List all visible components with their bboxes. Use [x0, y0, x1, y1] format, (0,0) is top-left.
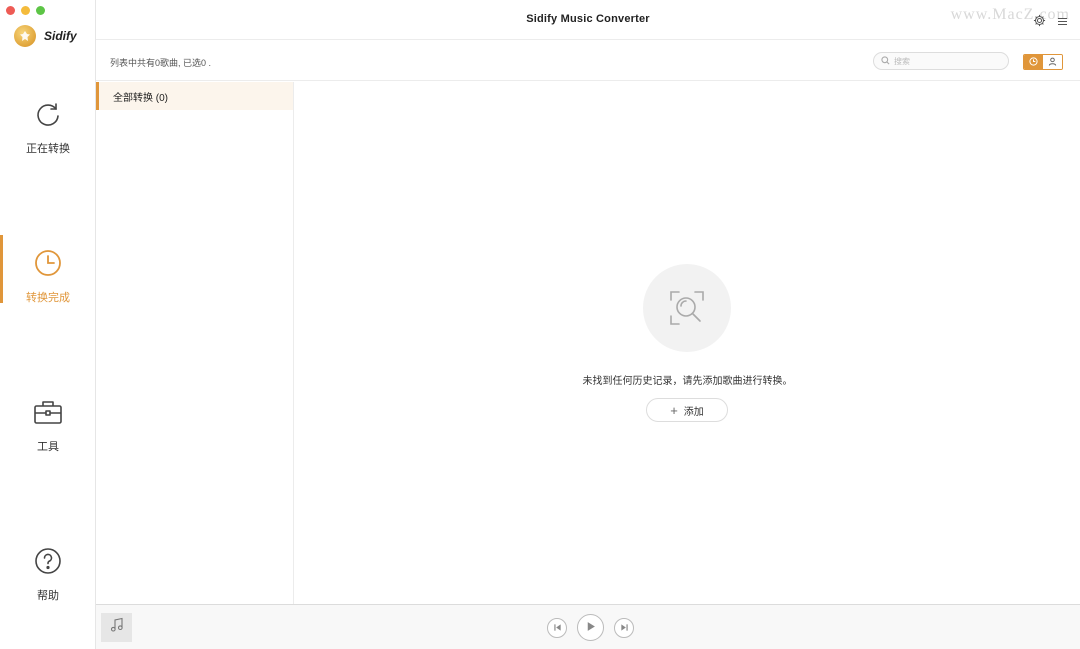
history-view-button[interactable] — [1024, 55, 1043, 69]
sidify-logo-icon — [14, 25, 36, 47]
app-logo: Sidify — [14, 25, 77, 47]
title-bar: Sidify Music Converter www.MacZ.com — [96, 0, 1080, 40]
add-button[interactable]: + 添加 — [646, 398, 728, 422]
main-content: 未找到任何历史记录，请先添加歌曲进行转换。 + 添加 — [295, 82, 1080, 604]
watermark: www.MacZ.com — [950, 6, 1070, 23]
play-button[interactable] — [577, 614, 604, 641]
window-title: Sidify Music Converter — [526, 13, 650, 25]
sidebar-item-help[interactable]: 帮助 — [0, 545, 96, 615]
empty-state-message: 未找到任何历史记录，请先添加歌曲进行转换。 — [582, 376, 793, 387]
sidebar-item-converting[interactable]: 正在转换 — [0, 98, 96, 168]
music-note-icon — [109, 617, 125, 638]
search-icon — [881, 52, 890, 70]
help-icon — [32, 545, 64, 577]
user-icon — [1048, 55, 1057, 69]
plus-icon: + — [670, 402, 678, 418]
sidebar-item-converted[interactable]: 转换完成 — [0, 235, 96, 317]
search-input[interactable] — [894, 56, 994, 66]
sidebar-item-tools[interactable]: 工具 — [0, 396, 96, 466]
sidebar: Sidify 正在转换 转换完成 工具 帮助 — [0, 0, 96, 649]
sidebar-item-label: 工具 — [37, 441, 59, 453]
play-icon — [585, 619, 596, 637]
next-button[interactable] — [614, 618, 634, 638]
empty-search-icon — [643, 264, 731, 352]
previous-button[interactable] — [547, 618, 567, 638]
search-box[interactable] — [873, 52, 1009, 70]
sidebar-item-label: 转换完成 — [26, 292, 70, 304]
category-panel: 全部转换 (0) — [96, 82, 294, 604]
sidebar-item-label: 正在转换 — [26, 143, 70, 155]
zoom-window-button[interactable] — [36, 6, 45, 15]
app-name: Sidify — [44, 29, 77, 43]
view-toggle — [1023, 54, 1063, 70]
menu-icon[interactable] — [1057, 14, 1068, 32]
toolbar: 列表中共有0歌曲, 已选0 . — [96, 41, 1080, 81]
close-window-button[interactable] — [6, 6, 15, 15]
minimize-window-button[interactable] — [21, 6, 30, 15]
selection-status: 列表中共有0歌曲, 已选0 . — [110, 58, 212, 68]
category-item-all[interactable]: 全部转换 (0) — [96, 82, 293, 110]
user-view-button[interactable] — [1043, 55, 1062, 69]
history-icon — [1029, 55, 1038, 69]
refresh-icon — [32, 98, 64, 130]
add-button-label: 添加 — [683, 406, 704, 418]
previous-icon — [553, 619, 562, 637]
clock-icon — [32, 247, 64, 279]
settings-gear-icon[interactable] — [1033, 14, 1046, 32]
album-art — [101, 613, 132, 642]
window-controls — [6, 6, 45, 15]
next-icon — [620, 619, 629, 637]
toolbox-icon — [32, 396, 64, 428]
sidebar-item-label: 帮助 — [37, 590, 59, 602]
player-bar — [96, 604, 1080, 649]
